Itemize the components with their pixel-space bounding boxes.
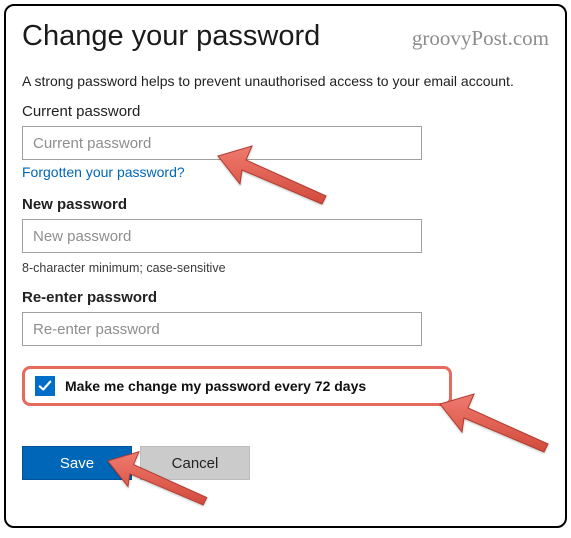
subtitle-text: A strong password helps to prevent unaut… bbox=[22, 73, 549, 89]
forgot-password-link[interactable]: Forgotten your password? bbox=[22, 164, 185, 180]
current-password-label: Current password bbox=[22, 103, 549, 120]
button-row: Save Cancel bbox=[22, 446, 549, 480]
watermark-text: groovyPost.com bbox=[412, 20, 549, 51]
reenter-password-group: Re-enter password bbox=[22, 289, 549, 346]
checkbox-checked-icon bbox=[35, 376, 55, 396]
current-password-input[interactable] bbox=[22, 126, 422, 160]
new-password-label: New password bbox=[22, 196, 549, 213]
cancel-button[interactable]: Cancel bbox=[140, 446, 250, 480]
checkbox-label: Make me change my password every 72 days bbox=[65, 378, 366, 394]
reenter-password-label: Re-enter password bbox=[22, 289, 549, 306]
current-password-group: Current password Forgotten your password… bbox=[22, 103, 549, 182]
new-password-input[interactable] bbox=[22, 219, 422, 253]
new-password-group: New password 8-character minimum; case-s… bbox=[22, 196, 549, 275]
change-every-72-days-checkbox-row[interactable]: Make me change my password every 72 days bbox=[22, 366, 452, 406]
reenter-password-input[interactable] bbox=[22, 312, 422, 346]
save-button[interactable]: Save bbox=[22, 446, 132, 480]
header-row: Change your password groovyPost.com bbox=[22, 20, 549, 53]
dialog-frame: Change your password groovyPost.com A st… bbox=[4, 4, 567, 528]
page-title: Change your password bbox=[22, 20, 320, 53]
password-hint: 8-character minimum; case-sensitive bbox=[22, 261, 549, 275]
